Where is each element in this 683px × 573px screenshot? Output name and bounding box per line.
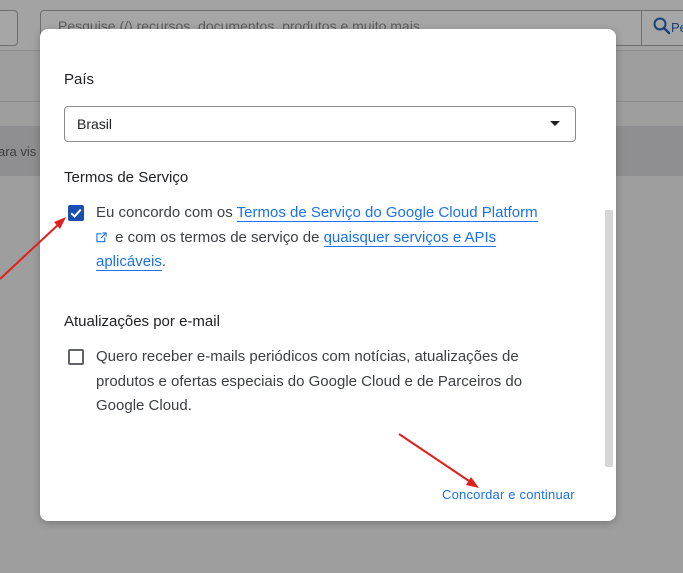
dialog-scrollbar[interactable] bbox=[605, 210, 613, 467]
country-label: País bbox=[64, 71, 95, 88]
background-menu-box bbox=[0, 10, 18, 46]
search-icon bbox=[653, 17, 671, 35]
agree-continue-button[interactable]: Concordar e continuar bbox=[442, 487, 575, 502]
gcp-terms-link[interactable]: Termos de Serviço do Google Cloud Platfo… bbox=[236, 204, 538, 222]
external-link-icon bbox=[96, 231, 107, 242]
country-select-value: Brasil bbox=[77, 116, 113, 132]
country-select[interactable]: Brasil bbox=[64, 106, 576, 142]
background-search-button-label: Pe bbox=[671, 20, 683, 35]
terms-heading: Termos de Serviço bbox=[64, 169, 189, 186]
checkmark-icon bbox=[70, 208, 82, 218]
email-updates-heading: Atualizações por e-mail bbox=[64, 313, 220, 330]
email-updates-checkbox[interactable] bbox=[68, 349, 84, 365]
email-updates-text: Quero receber e-mails periódicos com not… bbox=[96, 348, 523, 414]
background-banner-text: ara vis bbox=[0, 144, 37, 159]
terms-text: Eu concordo com os Termos de Serviço do … bbox=[96, 204, 538, 271]
terms-checkbox[interactable] bbox=[68, 205, 84, 221]
dropdown-caret-icon bbox=[550, 121, 560, 126]
terms-dialog: País Brasil Termos de Serviço Eu concord… bbox=[40, 29, 616, 521]
